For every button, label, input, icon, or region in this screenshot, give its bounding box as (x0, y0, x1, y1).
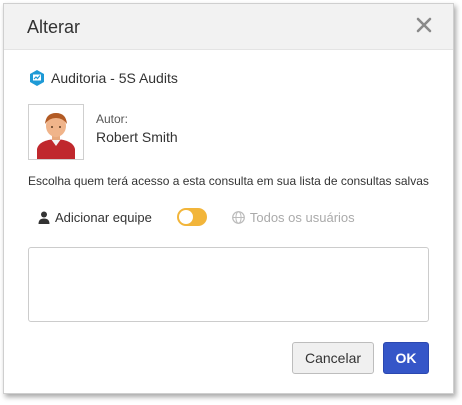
all-users-label: Todos os usuários (249, 209, 355, 225)
cancel-button[interactable]: Cancelar (292, 342, 374, 374)
author-label: Autor: (96, 112, 129, 126)
access-description: Escolha quem terá acesso a esta consulta… (28, 174, 429, 188)
share-options: Adicionar equipe Todos os usuários (38, 208, 355, 226)
avatar (28, 104, 84, 160)
dialog-header: Alterar (4, 4, 453, 50)
globe-icon (231, 210, 245, 224)
team-input[interactable] (28, 247, 429, 322)
alterar-dialog: Alterar Auditoria - 5S Audits Autor: Rob… (3, 3, 454, 394)
close-icon[interactable] (416, 17, 432, 33)
dialog-title: Alterar (27, 17, 81, 37)
add-team-label: Adicionar equipe (55, 209, 152, 225)
share-toggle[interactable] (176, 208, 207, 226)
breadcrumb-text: Auditoria - 5S Audits (51, 70, 178, 86)
audit-report-icon (28, 69, 46, 87)
user-avatar-icon (37, 113, 75, 159)
breadcrumb: Auditoria - 5S Audits (28, 69, 178, 87)
ok-button[interactable]: OK (383, 342, 429, 374)
user-icon (38, 211, 50, 224)
toggle-knob (178, 210, 193, 224)
all-users-option[interactable]: Todos os usuários (231, 209, 355, 225)
author-info: Autor: Robert Smith (96, 112, 178, 145)
author-name: Robert Smith (96, 129, 178, 145)
add-team-option[interactable]: Adicionar equipe (38, 210, 152, 225)
